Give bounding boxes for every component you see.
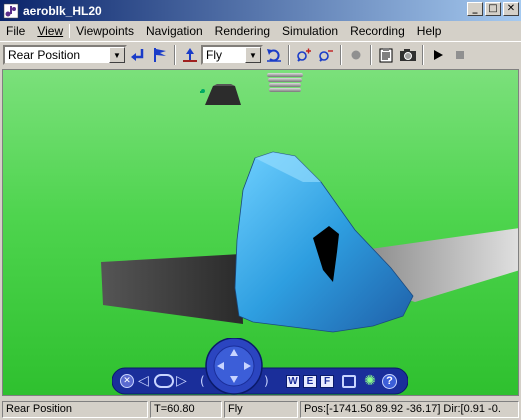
straighten-up-icon bbox=[183, 48, 197, 62]
record-button[interactable] bbox=[345, 44, 367, 66]
toolbar-separator bbox=[174, 45, 176, 65]
properties-button[interactable] bbox=[375, 44, 397, 66]
status-time: T=60.80 bbox=[150, 400, 222, 418]
maximize-button[interactable]: □ bbox=[485, 2, 501, 16]
navigation-mode-select[interactable]: Fly ▼ bbox=[201, 45, 263, 65]
create-viewpoint-button[interactable] bbox=[149, 44, 171, 66]
menu-bar: File View Viewpoints Navigation Renderin… bbox=[0, 21, 521, 40]
zoom-in-button[interactable] bbox=[293, 44, 315, 66]
toolbar-separator bbox=[422, 45, 424, 65]
undo-move-button[interactable] bbox=[263, 44, 285, 66]
status-position: Pos:[-1741.50 89.92 -36.17] Dir:[0.91 -0… bbox=[300, 400, 519, 418]
navigation-panel: ✕ ◁ ▷ ( ) W E F ✺ ? bbox=[111, 337, 409, 396]
status-mode: Fly bbox=[224, 400, 298, 418]
toolbar-separator bbox=[370, 45, 372, 65]
stop-icon bbox=[456, 51, 464, 59]
toolbar: Rear Position ▼ Fly ▼ bbox=[0, 41, 521, 68]
record-icon bbox=[351, 50, 361, 60]
return-to-viewpoint-button[interactable] bbox=[127, 44, 149, 66]
menu-simulation[interactable]: Simulation bbox=[276, 24, 344, 38]
status-bar: Rear Position T=60.80 Fly Pos:[-1741.50 … bbox=[0, 398, 521, 420]
navigation-mode-value: Fly bbox=[206, 48, 222, 62]
zoom-in-icon bbox=[297, 48, 311, 62]
minimize-button[interactable]: _ bbox=[467, 2, 483, 16]
menu-rendering[interactable]: Rendering bbox=[209, 24, 276, 38]
straighten-up-button[interactable] bbox=[179, 44, 201, 66]
fit-view-icon[interactable] bbox=[342, 375, 356, 388]
chevron-down-icon[interactable]: ▼ bbox=[109, 47, 125, 63]
turn-left-icon[interactable]: ( bbox=[200, 374, 205, 388]
fly-mode-button[interactable]: F bbox=[320, 375, 334, 388]
play-icon bbox=[434, 50, 443, 60]
title-bar: aeroblk_HL20 _ □ ✕ bbox=[0, 0, 521, 21]
stop-simulation-button[interactable] bbox=[449, 44, 471, 66]
zoom-out-button[interactable] bbox=[315, 44, 337, 66]
zoom-out-icon bbox=[319, 50, 333, 62]
menu-viewpoints[interactable]: Viewpoints bbox=[70, 24, 140, 38]
rotate-icon[interactable] bbox=[154, 374, 174, 388]
walk-mode-button[interactable]: W bbox=[286, 375, 300, 388]
close-button[interactable]: ✕ bbox=[503, 2, 519, 16]
status-viewpoint: Rear Position bbox=[2, 400, 148, 418]
menu-file[interactable]: File bbox=[0, 24, 31, 38]
camera-icon bbox=[400, 49, 416, 61]
undo-icon bbox=[267, 49, 281, 62]
slide-left-icon[interactable]: ◁ bbox=[138, 373, 149, 389]
help-button[interactable]: ? bbox=[382, 374, 397, 389]
clipboard-icon bbox=[379, 48, 393, 63]
menu-recording[interactable]: Recording bbox=[344, 24, 411, 38]
menu-view[interactable]: View bbox=[31, 24, 69, 38]
menu-help[interactable]: Help bbox=[411, 24, 448, 38]
headlight-icon[interactable]: ✺ bbox=[362, 373, 378, 389]
close-nav-icon[interactable]: ✕ bbox=[120, 374, 134, 388]
chevron-down-icon[interactable]: ▼ bbox=[245, 47, 261, 63]
viewpoint-select[interactable]: Rear Position ▼ bbox=[3, 45, 127, 65]
slide-right-icon[interactable]: ▷ bbox=[176, 373, 187, 389]
turn-right-icon[interactable]: ) bbox=[264, 374, 269, 388]
return-arrow-icon bbox=[131, 49, 144, 61]
capture-frame-button[interactable] bbox=[397, 44, 419, 66]
window-controls: _ □ ✕ bbox=[467, 2, 519, 16]
toolbar-separator bbox=[340, 45, 342, 65]
toolbar-separator bbox=[288, 45, 290, 65]
examine-mode-button[interactable]: E bbox=[303, 375, 317, 388]
menu-navigation[interactable]: Navigation bbox=[140, 24, 209, 38]
start-simulation-button[interactable] bbox=[427, 44, 449, 66]
window-title: aeroblk_HL20 bbox=[23, 3, 102, 18]
viewpoint-select-value: Rear Position bbox=[8, 48, 81, 62]
flag-icon bbox=[154, 48, 166, 62]
app-icon bbox=[3, 3, 19, 19]
